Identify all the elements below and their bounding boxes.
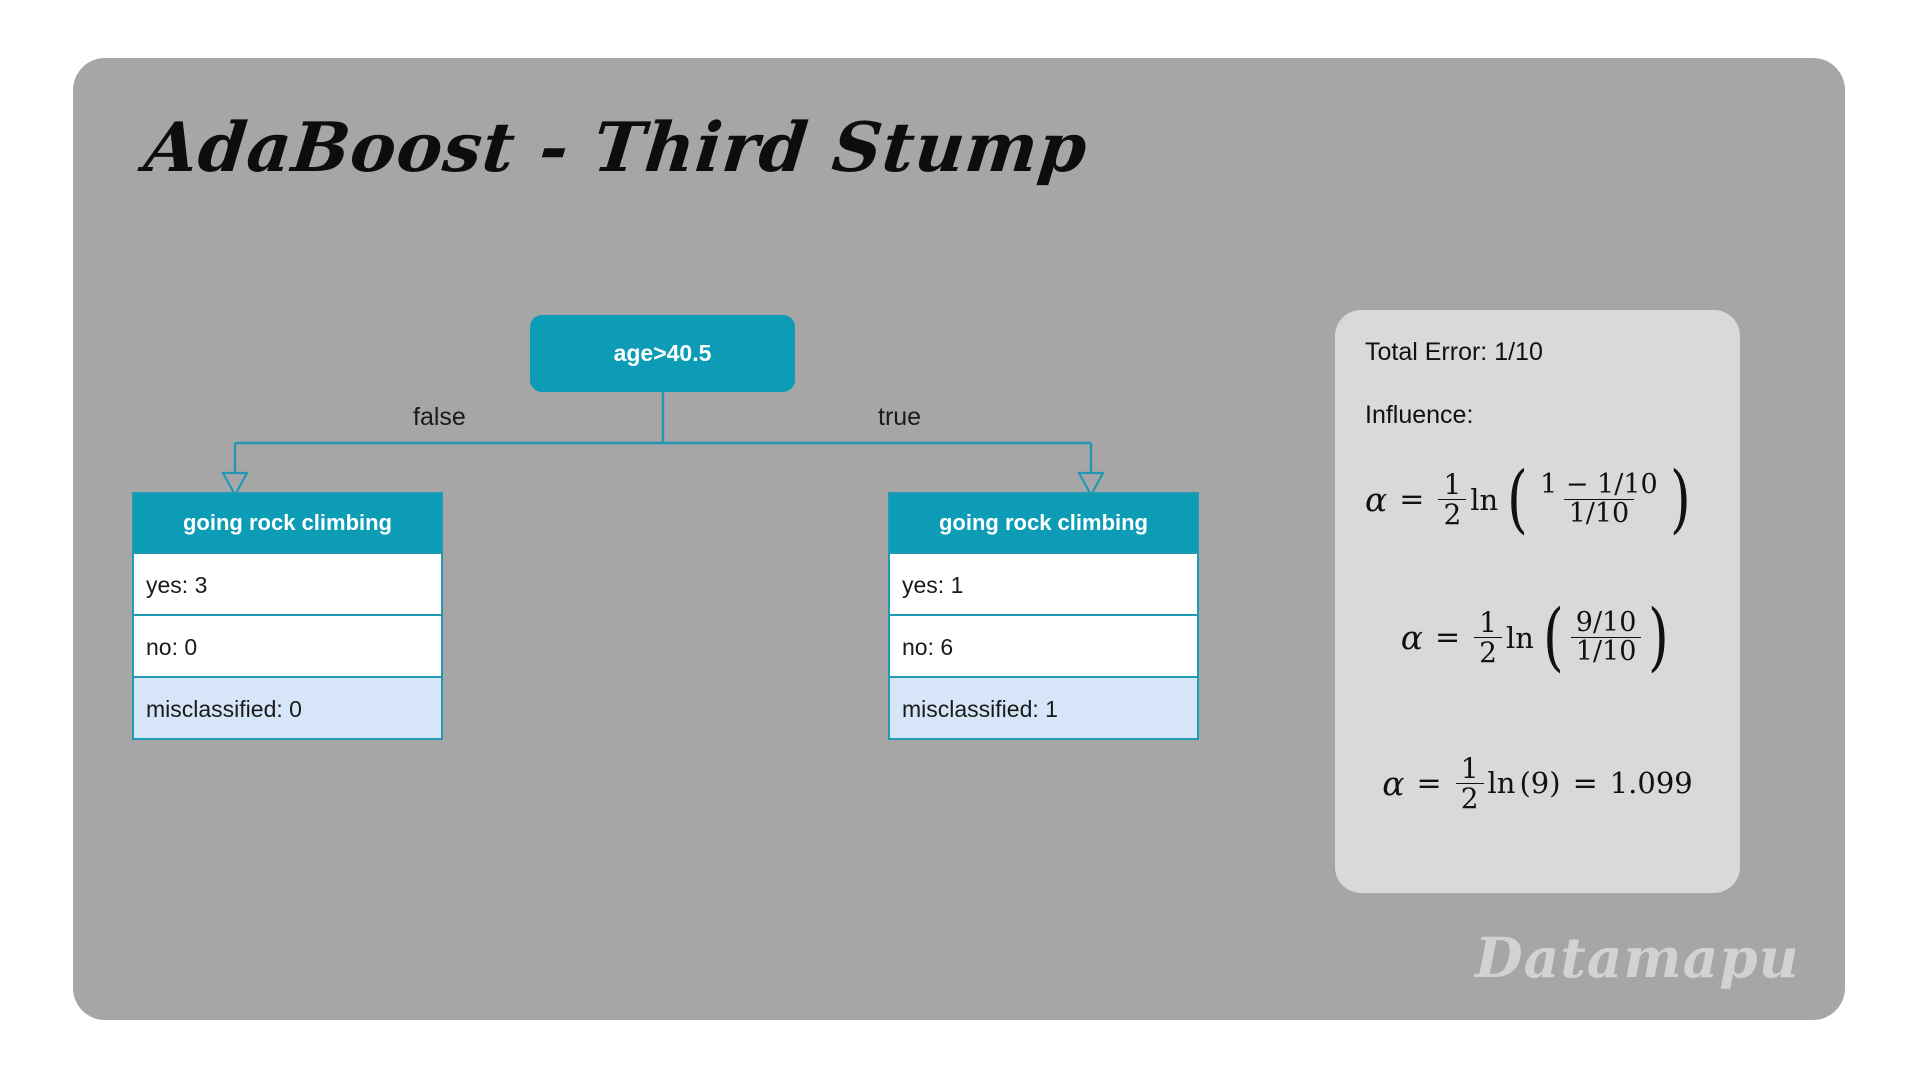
leaf-right-row-no: no: 6 [890, 614, 1197, 676]
equation-3-alpha: α [1382, 763, 1405, 803]
slide-root: AdaBoost - Third Stump age>40.5 false tr… [0, 0, 1920, 1080]
equation-2-half-den: 2 [1474, 637, 1502, 668]
equation-1-ln: ln [1470, 482, 1499, 517]
edge-label-false: false [413, 403, 466, 431]
leaf-left-row-no: no: 0 [134, 614, 441, 676]
equation-2-alpha: α [1400, 618, 1423, 658]
equation-3: α = 1 2 ln (9) = 1.099 [1365, 751, 1710, 813]
leaf-right-row-misclassified: misclassified: 1 [890, 676, 1197, 738]
equation-1-ratio-num: 1 − 1/10 [1540, 469, 1658, 501]
equation-3-ln: ln [1487, 766, 1516, 801]
equation-1-open-paren: ( [1507, 456, 1529, 543]
equation-1-close-paren: ) [1669, 456, 1691, 543]
equation-3-equals-2: = [1572, 765, 1598, 801]
equation-1-half: 1 2 [1438, 468, 1467, 530]
equation-3-equals: = [1416, 765, 1442, 801]
equation-2-ln: ln [1505, 620, 1534, 655]
leaf-left-row-misclassified: misclassified: 0 [134, 676, 441, 738]
equation-2: α = 1 2 ln ( 9/10 1/10 ) [1365, 594, 1710, 681]
equation-2-equals: = [1434, 620, 1461, 656]
equation-1-equals: = [1399, 482, 1425, 518]
equation-3-arg: (9) [1519, 766, 1561, 801]
equation-3-half: 1 2 [1455, 751, 1484, 813]
equation-1-half-den: 2 [1438, 499, 1467, 530]
equation-1-ratio-den: 1/10 [1563, 499, 1635, 528]
equation-2-ratio-num: 9/10 [1575, 606, 1637, 638]
leaf-right-row-yes: yes: 1 [890, 552, 1197, 614]
page-title: AdaBoost - Third Stump [140, 108, 1092, 188]
equation-1-ratio: 1 − 1/10 1/10 [1535, 469, 1663, 529]
influence-text: Influence: [1365, 401, 1474, 429]
equation-3-result: 1.099 [1609, 766, 1693, 801]
equation-1-half-num: 1 [1443, 468, 1462, 501]
equation-2-ratio: 9/10 1/10 [1570, 606, 1642, 667]
influence-panel: Total Error: 1/10 Influence: α = 1 2 ln … [1335, 310, 1740, 893]
equation-2-half: 1 2 [1474, 605, 1502, 668]
leaf-left-header: going rock climbing [134, 494, 441, 552]
equation-2-close-paren: ) [1648, 594, 1670, 681]
equation-2-ratio-den: 1/10 [1570, 637, 1642, 666]
edge-label-true: true [878, 403, 922, 431]
watermark-datamapu: Datamapu [1475, 925, 1800, 990]
leaf-right-header: going rock climbing [890, 494, 1197, 552]
equation-2-half-num: 1 [1479, 605, 1497, 639]
equation-1-alpha: α [1365, 480, 1388, 520]
leaf-node-left[interactable]: going rock climbing yes: 3 no: 0 misclas… [132, 492, 443, 740]
equation-1: α = 1 2 ln ( 1 − 1/10 1/10 ) [1365, 456, 1710, 543]
decision-node-label: age>40.5 [613, 340, 712, 366]
total-error-text: Total Error: 1/10 [1365, 338, 1543, 366]
equation-3-half-num: 1 [1460, 751, 1479, 785]
equation-2-open-paren: ( [1542, 594, 1564, 681]
leaf-node-right[interactable]: going rock climbing yes: 1 no: 6 misclas… [888, 492, 1199, 740]
leaf-left-row-yes: yes: 3 [134, 552, 441, 614]
equation-3-half-den: 2 [1455, 782, 1484, 813]
decision-node-root[interactable]: age>40.5 [530, 315, 795, 392]
